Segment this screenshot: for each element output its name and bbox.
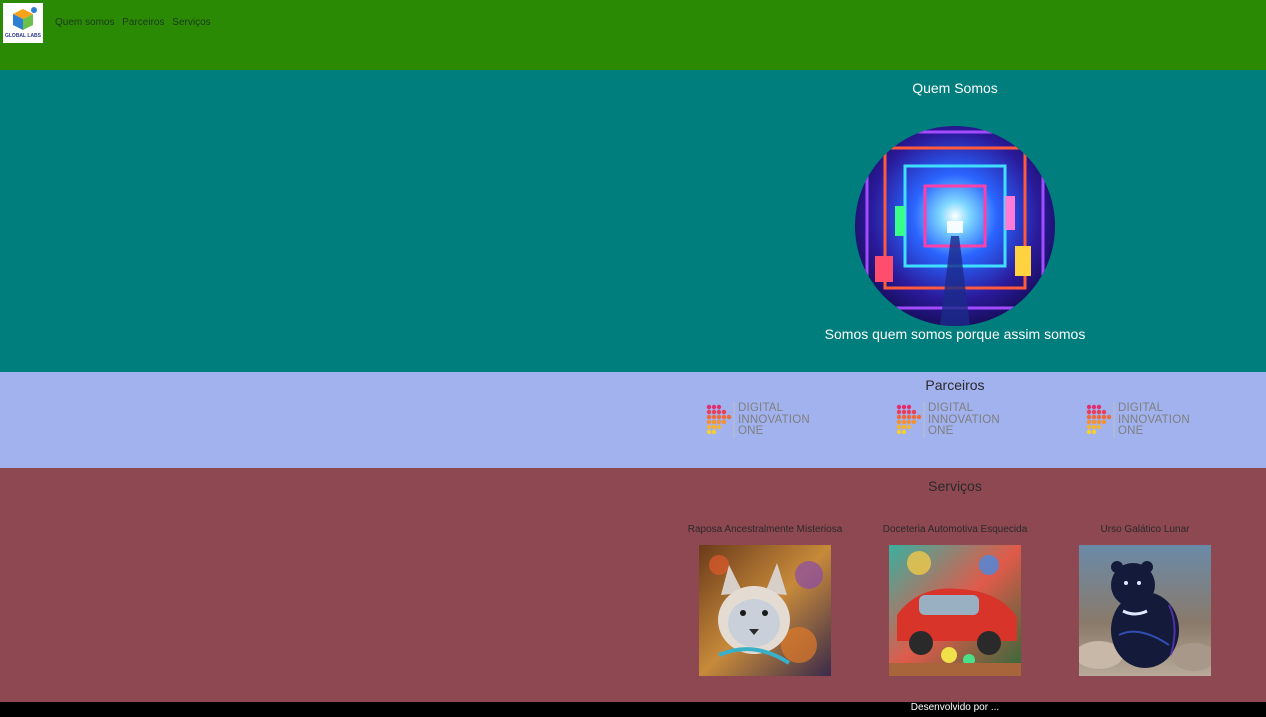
bear-artwork-image[interactable] <box>1079 545 1211 676</box>
quem-somos-image <box>855 126 1055 326</box>
quem-somos-title: Quem Somos <box>912 80 998 96</box>
partner-logo-text: DIGITAL INNOVATION ONE <box>928 402 1000 437</box>
main-nav: Quem somos Parceiros Serviços <box>55 17 216 28</box>
dio-logo-icon <box>896 402 925 438</box>
partner-logo-3[interactable]: DIGITAL INNOVATION ONE <box>1085 400 1205 440</box>
servicos-title: Serviços <box>928 478 982 494</box>
logo-cube-icon: GLOBAL LABS <box>3 3 43 43</box>
quem-somos-section: Quem Somos Somos quem somos porque assim… <box>0 70 1266 372</box>
nav-servicos[interactable]: Serviços <box>172 17 210 28</box>
site-header: GLOBAL LABS Quem somos Parceiros Serviço… <box>0 0 1266 70</box>
footer-text: Desenvolvido por ... <box>910 702 1000 713</box>
parceiros-title: Parceiros <box>925 377 985 393</box>
partner-logo-2[interactable]: DIGITAL INNOVATION ONE <box>895 400 1015 440</box>
fox-artwork-image[interactable] <box>699 545 831 676</box>
nav-parceiros[interactable]: Parceiros <box>122 17 164 28</box>
partner-logo-1[interactable]: DIGITAL INNOVATION ONE <box>705 400 825 440</box>
dio-logo-icon <box>706 402 735 438</box>
global-labs-logo[interactable]: GLOBAL LABS <box>3 3 43 43</box>
service-caption: Doceteria Automotiva Esquecida <box>882 524 1028 535</box>
partner-logo-text: DIGITAL INNOVATION ONE <box>1118 402 1190 437</box>
service-card-car: Doceteria Automotiva Esquecida <box>860 523 1050 676</box>
service-caption: Urso Galático Lunar <box>1100 524 1190 535</box>
parceiros-section: Parceiros DIGITAL INNOVATION ONE DIGITAL… <box>0 372 1266 468</box>
servicos-section: Serviços Raposa Ancestralmente Misterios… <box>0 468 1266 702</box>
dio-logo-icon <box>1086 402 1115 438</box>
quem-somos-text: Somos quem somos porque assim somos <box>824 326 1086 342</box>
logo-text: GLOBAL LABS <box>5 33 42 39</box>
service-card-bear: Urso Galático Lunar <box>1050 523 1240 676</box>
site-footer: Desenvolvido por ... <box>0 702 1266 717</box>
service-caption: Raposa Ancestralmente Misteriosa <box>687 524 843 535</box>
partner-logo-text: DIGITAL INNOVATION ONE <box>738 402 810 437</box>
nav-quem-somos[interactable]: Quem somos <box>55 17 114 28</box>
car-artwork-image[interactable] <box>889 545 1021 676</box>
service-card-fox: Raposa Ancestralmente Misteriosa <box>670 523 860 676</box>
